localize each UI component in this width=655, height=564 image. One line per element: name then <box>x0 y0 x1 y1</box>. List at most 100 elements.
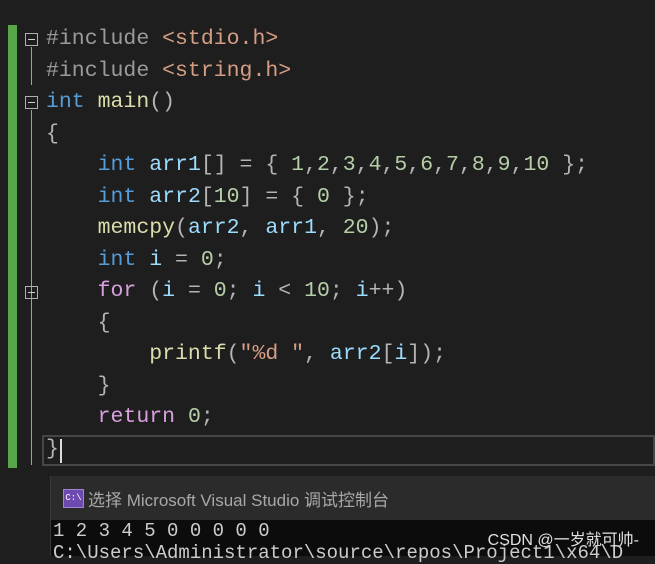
code-line[interactable]: int arr1[] = { 1,2,3,4,5,6,7,8,9,10 }; <box>46 150 588 182</box>
code-line[interactable]: #include <stdio.h> <box>46 24 588 56</box>
code-token: <stdio.h> <box>162 27 279 51</box>
code-token: arr2 <box>187 216 240 240</box>
code-token: , <box>329 153 343 177</box>
code-line[interactable]: printf("%d ", arr2[i]); <box>46 339 588 371</box>
code-token: , <box>381 153 395 177</box>
code-line[interactable]: int arr2[10] = { 0 }; <box>46 182 588 214</box>
code-token: i <box>252 279 266 303</box>
code-token: ; <box>200 405 214 429</box>
code-line[interactable]: return 0; <box>46 402 588 434</box>
outline-line <box>31 47 32 85</box>
code-token: for <box>97 279 137 303</box>
code-token: 6 <box>420 153 434 177</box>
code-token: #include <box>46 27 150 51</box>
code-token: arr1 <box>149 153 201 177</box>
code-token: < <box>265 279 305 303</box>
code-token: int <box>46 90 85 114</box>
code-token: , <box>355 153 369 177</box>
code-token: = <box>162 247 201 272</box>
code-line[interactable]: for (i = 0; i < 10; i++) <box>46 276 588 308</box>
code-token: ; <box>226 279 253 303</box>
code-token: 8 <box>471 153 485 177</box>
code-line[interactable]: { <box>46 308 588 340</box>
code-token: [ <box>200 184 214 209</box>
code-token: int <box>97 247 137 272</box>
code-token: int <box>97 153 137 177</box>
code-token: ( <box>175 216 188 240</box>
code-token: 9 <box>497 153 511 177</box>
text-caret <box>60 439 62 463</box>
console-title: 选择 Microsoft Visual Studio 调试控制台 <box>88 490 390 510</box>
code-token: ( <box>136 279 163 303</box>
code-token: 20 <box>342 216 369 240</box>
code-token: ++) <box>368 279 408 303</box>
code-token: }; <box>329 184 369 209</box>
code-token: 0 <box>213 279 227 303</box>
code-token: , <box>484 153 498 177</box>
code-token: 0 <box>200 247 214 272</box>
code-token: [] = { <box>200 153 292 177</box>
code-line[interactable]: } <box>46 371 588 403</box>
code-token: [ <box>381 342 395 366</box>
code-token: main <box>97 90 150 114</box>
code-line[interactable]: int main() <box>46 87 588 119</box>
code-token: , <box>304 153 317 177</box>
code-token: , <box>407 153 421 177</box>
code-token: }; <box>549 153 589 177</box>
code-line[interactable]: { <box>46 119 588 151</box>
code-token: } <box>97 373 111 398</box>
code-token: , <box>458 153 472 177</box>
code-token: arr2 <box>149 184 201 209</box>
code-line[interactable]: #include <string.h> <box>46 56 588 88</box>
code-token: i <box>355 279 369 303</box>
code-token: 4 <box>368 153 382 177</box>
collapse-icon[interactable] <box>25 96 38 109</box>
code-token: , <box>316 216 343 240</box>
code-line[interactable]: memcpy(arr2, arr1, 20); <box>46 213 588 245</box>
collapse-icon[interactable] <box>25 33 38 46</box>
code-token: , <box>239 216 266 240</box>
code-token: = <box>175 279 214 303</box>
code-token: , <box>510 153 524 177</box>
code-token: 10 <box>304 279 330 303</box>
code-token: 10 <box>213 184 240 209</box>
code-token: arr2 <box>329 342 382 366</box>
code-token: i <box>162 279 176 303</box>
console-title-bar[interactable]: C:\ 选择 Microsoft Visual Studio 调试控制台 <box>51 476 655 520</box>
code-token: ); <box>368 216 395 240</box>
code-token: () <box>149 90 176 114</box>
code-editor[interactable]: #include <stdio.h> #include <string.h> int… <box>46 24 588 465</box>
code-token: i <box>394 342 408 366</box>
code-token: { <box>46 121 59 146</box>
code-token: 0 <box>316 184 330 209</box>
code-token: 0 <box>187 405 201 429</box>
watermark: CSDN @一岁就可帅- <box>487 532 639 549</box>
code-token: printf <box>149 342 227 366</box>
code-token: , <box>433 153 447 177</box>
code-token: ] = { <box>239 184 317 209</box>
code-line[interactable]: } <box>46 434 588 466</box>
collapse-icon[interactable] <box>25 286 38 299</box>
code-token: , <box>304 342 330 366</box>
code-token: 3 <box>342 153 356 177</box>
code-token: <string.h> <box>162 58 292 83</box>
code-token: memcpy <box>97 216 176 240</box>
code-token: 5 <box>394 153 408 177</box>
code-line[interactable]: int i = 0; <box>46 245 588 277</box>
code-token: ; <box>329 279 356 303</box>
code-token: ; <box>213 247 227 272</box>
